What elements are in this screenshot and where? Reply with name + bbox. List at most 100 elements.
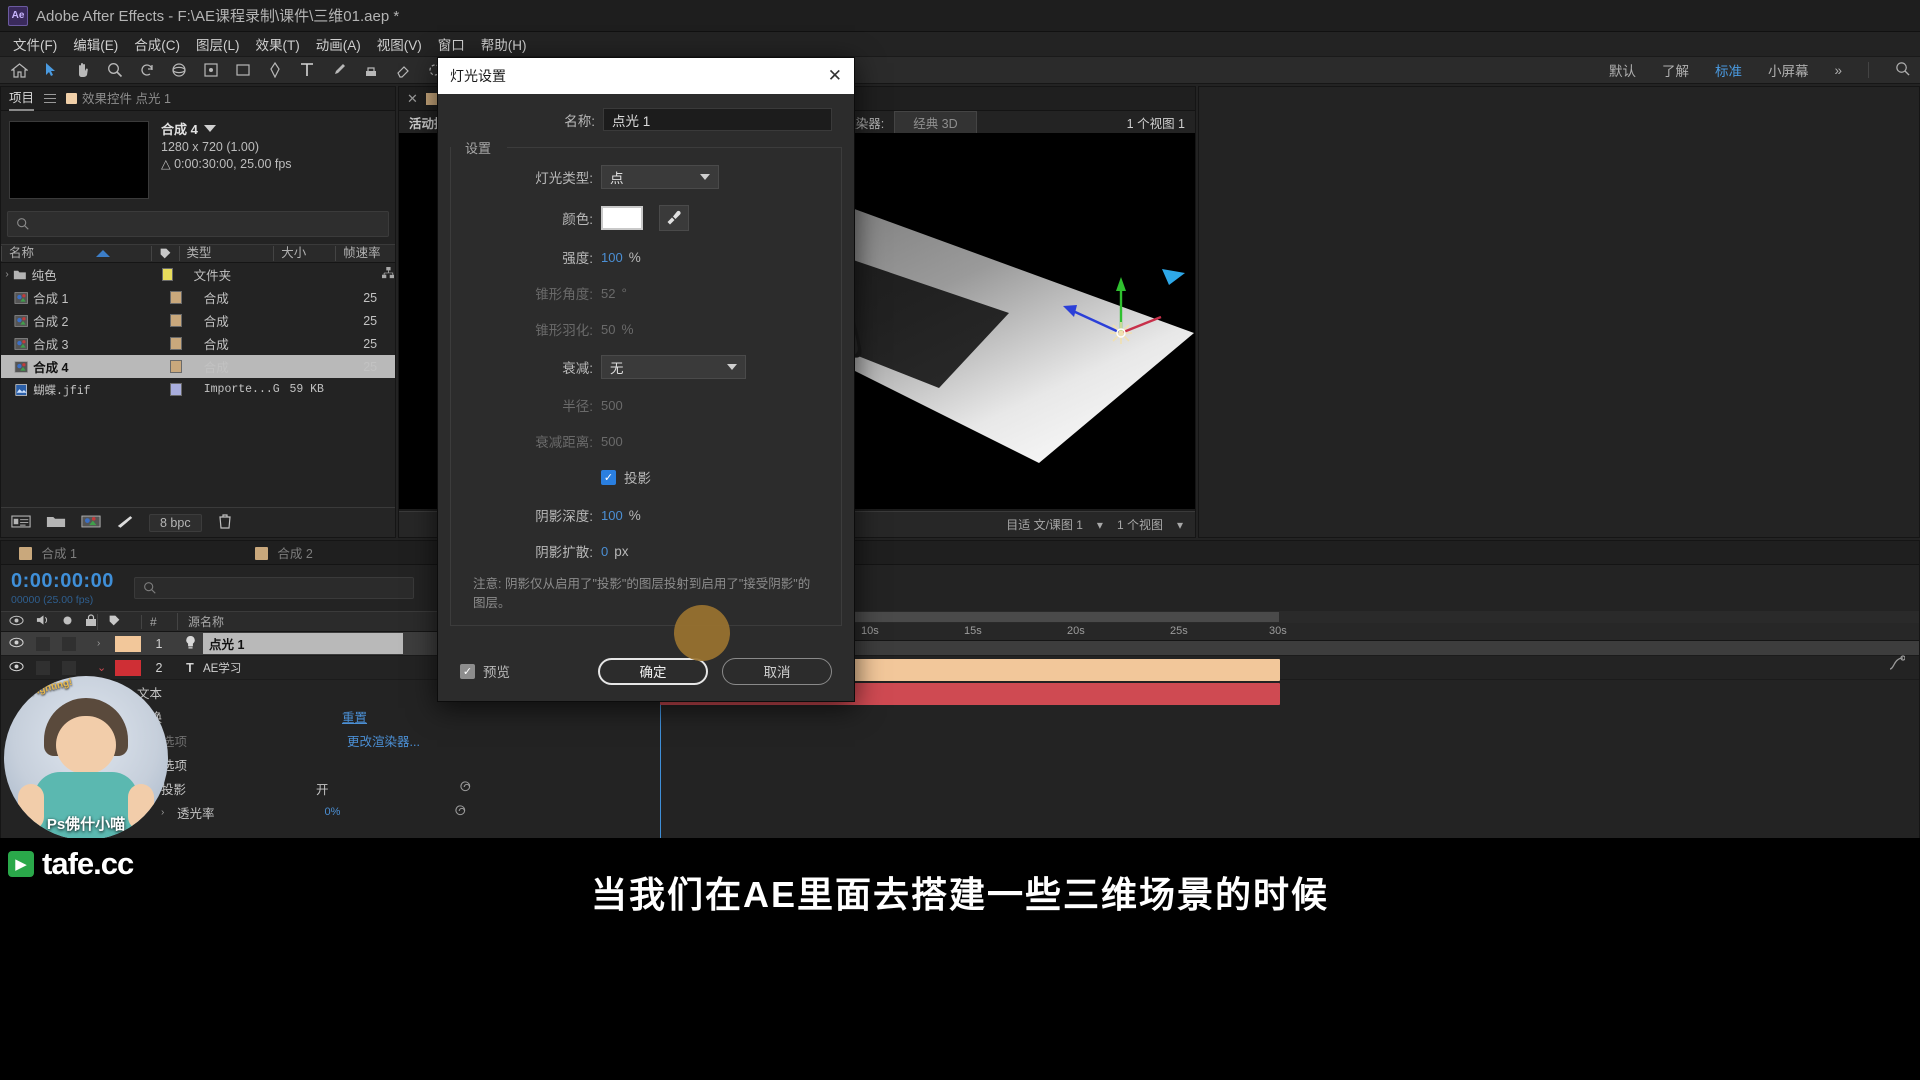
layer-name[interactable]: 点光 1 [203, 633, 403, 654]
renderer-value[interactable]: 经典 3D [894, 110, 977, 134]
label-swatch[interactable] [170, 314, 183, 327]
chevron-down-icon[interactable] [203, 125, 216, 132]
list-item[interactable]: 合成 1 合成 25 [1, 286, 395, 309]
eyedropper-icon[interactable] [659, 205, 689, 231]
new-folder-icon[interactable] [46, 514, 66, 532]
shape-tool-icon[interactable] [234, 61, 252, 79]
label-column-icon[interactable] [97, 613, 141, 630]
cancel-button[interactable]: 取消 [722, 657, 832, 685]
list-item-selected[interactable]: 合成 4 合成 25 [1, 355, 395, 378]
workspace-standard[interactable]: 标准 [1715, 60, 1742, 80]
shadow-diffusion-value[interactable]: 0 [601, 544, 608, 559]
layer-name[interactable]: AE学习 [203, 660, 403, 676]
label-swatch[interactable] [170, 360, 183, 373]
layer-solo-toggle[interactable] [62, 636, 76, 651]
sort-ascending-icon[interactable] [96, 250, 111, 257]
expression-icon[interactable] [454, 804, 468, 821]
column-name[interactable]: 名称 [1, 246, 151, 261]
layer-label-swatch[interactable] [115, 635, 141, 652]
current-time-display[interactable]: 0:00:00:00 00000 (25.00 fps) [11, 570, 114, 606]
list-item[interactable]: 合成 3 合成 25 [1, 332, 395, 355]
column-size[interactable]: 大小 [273, 246, 335, 261]
label-swatch[interactable] [170, 291, 183, 304]
disclosure-triangle-open-icon[interactable]: ⌄ [97, 661, 115, 674]
expression-icon[interactable] [459, 780, 473, 797]
label-swatch[interactable] [170, 383, 183, 396]
workspace-learn[interactable]: 了解 [1662, 60, 1689, 80]
layer-visibility-icon[interactable] [9, 637, 24, 651]
home-icon[interactable] [10, 61, 28, 79]
menu-layer[interactable]: 图层(L) [189, 32, 247, 56]
layer-label-swatch[interactable] [115, 659, 141, 676]
pan-behind-tool-icon[interactable] [202, 61, 220, 79]
ok-button[interactable]: 确定 [598, 657, 708, 685]
new-project-item-icon[interactable] [11, 514, 31, 532]
audio-icon[interactable] [36, 614, 50, 629]
layer-audio-toggle[interactable] [36, 660, 50, 675]
column-type[interactable]: 类型 [178, 246, 274, 261]
tab-comp-1[interactable]: 合成 1 [19, 543, 77, 562]
workspace-small-screen[interactable]: 小屏幕 [1768, 60, 1809, 80]
project-settings-icon[interactable] [116, 514, 134, 532]
orbit-camera-tool-icon[interactable] [170, 61, 188, 79]
video-visibility-icon[interactable] [9, 615, 24, 629]
layer-visibility-icon[interactable] [9, 661, 24, 675]
timeline-search-input[interactable] [133, 577, 414, 599]
property-reset-link[interactable]: 重置 [342, 707, 367, 726]
layer-index-column[interactable]: # [141, 614, 177, 629]
label-swatch[interactable] [161, 268, 174, 281]
preview-checkbox[interactable]: ✓ [460, 663, 475, 679]
cast-shadows-checkbox[interactable]: ✓ [601, 469, 616, 485]
hand-tool-icon[interactable] [74, 61, 92, 79]
column-framerate[interactable]: 帧速率 [335, 246, 395, 261]
menu-help[interactable]: 帮助(H) [474, 32, 534, 56]
property-value[interactable]: 开 [316, 779, 329, 798]
list-item[interactable]: › 纯色 文件夹 [1, 263, 395, 286]
lock-icon[interactable] [85, 613, 97, 630]
new-composition-icon[interactable] [81, 514, 101, 532]
menu-edit[interactable]: 编辑(E) [66, 32, 125, 56]
selection-tool-icon[interactable] [42, 61, 60, 79]
clone-stamp-tool-icon[interactable] [362, 61, 380, 79]
light-name-input[interactable]: 点光 1 [602, 108, 832, 131]
workspace-default[interactable]: 默认 [1609, 60, 1636, 80]
tab-project[interactable]: 项目 [9, 87, 35, 111]
layer-audio-toggle[interactable] [36, 636, 50, 651]
tab-comp-2[interactable]: 合成 2 [254, 543, 313, 562]
light-settings-dialog[interactable]: 灯光设置 ✕ 名称: 点光 1 设置 灯光类型: 点 颜色: 强度: 100 %… [437, 57, 855, 702]
column-label-icon[interactable] [150, 246, 179, 261]
pen-tool-icon[interactable] [266, 61, 284, 79]
change-renderer-link[interactable]: 更改渲染器... [347, 731, 420, 750]
menu-file[interactable]: 文件(F) [6, 32, 64, 56]
solo-icon[interactable] [62, 615, 73, 629]
close-icon[interactable]: ✕ [828, 66, 842, 86]
text-tool-icon[interactable] [298, 61, 316, 79]
project-search-input[interactable] [7, 211, 389, 237]
brush-tool-icon[interactable] [330, 61, 348, 79]
menu-composition[interactable]: 合成(C) [127, 32, 187, 56]
shadow-depth-value[interactable]: 100 [601, 508, 623, 523]
menu-animation[interactable]: 动画(A) [309, 32, 368, 56]
bit-depth-button[interactable]: 8 bpc [149, 513, 202, 532]
property-value[interactable]: 0% [325, 806, 341, 818]
panel-menu-icon[interactable] [44, 93, 57, 104]
eraser-tool-icon[interactable] [394, 61, 412, 79]
chevron-down-icon[interactable]: ▾ [1097, 518, 1103, 532]
list-item[interactable]: 合成 2 合成 25 [1, 309, 395, 332]
graph-editor-icon[interactable] [1889, 655, 1906, 674]
tab-effect-controls[interactable]: 效果控件 点光 1 [66, 87, 171, 111]
close-icon[interactable]: ✕ [407, 91, 418, 107]
menu-window[interactable]: 窗口 [431, 32, 472, 56]
falloff-select[interactable]: 无 [601, 355, 746, 379]
search-help-icon[interactable] [1895, 61, 1910, 79]
menu-effect[interactable]: 效果(T) [249, 32, 307, 56]
intensity-value[interactable]: 100 [601, 250, 623, 265]
rotation-tool-icon[interactable] [138, 61, 156, 79]
light-color-swatch[interactable] [601, 206, 643, 230]
disclosure-triangle-icon[interactable]: › [97, 638, 115, 649]
disclosure-triangle-icon[interactable]: › [1, 269, 13, 280]
workspace-overflow-icon[interactable]: » [1834, 63, 1842, 78]
chevron-down-icon-2[interactable]: ▾ [1177, 518, 1183, 532]
menu-view[interactable]: 视图(V) [370, 32, 429, 56]
zoom-tool-icon[interactable] [106, 61, 124, 79]
